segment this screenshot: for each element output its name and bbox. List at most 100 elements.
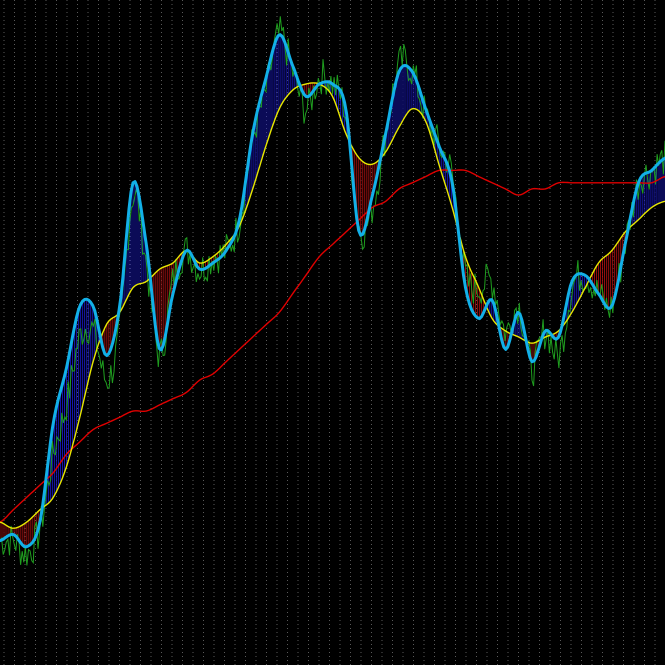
slow-point — [185, 392, 187, 394]
fast-point — [571, 281, 573, 283]
price-point — [451, 176, 453, 178]
price-point — [491, 281, 493, 283]
fast-point — [119, 305, 121, 307]
price-point — [305, 108, 307, 110]
slow-point — [279, 312, 281, 314]
medium-point — [13, 528, 15, 530]
price-point — [146, 262, 148, 264]
price-point — [318, 77, 320, 79]
slow-point — [651, 182, 653, 184]
slow-point — [505, 188, 507, 190]
price-point — [13, 540, 15, 542]
series-lines — [0, 16, 665, 566]
medium-point — [292, 89, 294, 91]
medium-point — [66, 466, 68, 468]
medium-point — [505, 330, 507, 332]
slow-point — [438, 170, 440, 172]
fast-point — [172, 293, 174, 295]
fast-point — [425, 108, 427, 110]
slow-point — [225, 361, 227, 363]
slow-point — [598, 182, 600, 184]
slow-point — [318, 256, 320, 258]
slow-point — [292, 293, 294, 295]
price-point — [358, 225, 360, 227]
slow-point — [252, 336, 254, 338]
price-point — [398, 65, 400, 67]
slow-point — [52, 472, 54, 474]
medium-point — [225, 244, 227, 246]
fast-point — [159, 349, 161, 351]
fast-point — [412, 71, 414, 73]
medium-point — [545, 336, 547, 338]
price-point — [265, 89, 267, 91]
fast-point — [478, 318, 480, 320]
medium-point — [624, 231, 626, 233]
fast-point — [199, 268, 201, 270]
slow-point — [26, 497, 28, 499]
slow-point — [451, 170, 453, 172]
fast-point — [146, 244, 148, 246]
fast-point — [132, 182, 134, 184]
slow-point — [119, 416, 121, 418]
medium-point — [265, 145, 267, 147]
fast-point — [292, 65, 294, 67]
medium-point — [531, 342, 533, 344]
medium-point — [598, 262, 600, 264]
medium-point — [478, 287, 480, 289]
medium-point — [318, 83, 320, 85]
price-point — [518, 305, 520, 307]
slow-line — [0, 169, 665, 523]
fast-line — [0, 33, 665, 549]
fast-point — [225, 250, 227, 252]
medium-point — [385, 151, 387, 153]
medium-point — [491, 318, 493, 320]
medium-point — [26, 521, 28, 523]
slow-point — [465, 170, 467, 172]
medium-point — [558, 330, 560, 332]
slow-point — [159, 404, 161, 406]
slow-point — [385, 201, 387, 203]
fast-point — [385, 133, 387, 135]
fast-point — [558, 336, 560, 338]
medium-point — [39, 509, 41, 511]
fast-point — [212, 262, 214, 264]
fast-point — [651, 170, 653, 172]
fast-point — [79, 305, 81, 307]
medium-point — [52, 497, 54, 499]
price-point — [292, 71, 294, 73]
slow-point — [358, 219, 360, 221]
slow-point — [491, 182, 493, 184]
fast-point — [451, 182, 453, 184]
fast-point — [438, 145, 440, 147]
fast-point — [584, 275, 586, 277]
price-point — [79, 336, 81, 338]
slow-point — [172, 398, 174, 400]
medium-point — [372, 164, 374, 166]
price-point — [159, 355, 161, 357]
slow-point — [518, 194, 520, 196]
medium-point — [571, 312, 573, 314]
price-point — [132, 194, 134, 196]
fast-point — [611, 305, 613, 307]
price-point — [119, 330, 121, 332]
slow-point — [611, 182, 613, 184]
slow-point — [372, 207, 374, 209]
fast-point — [26, 546, 28, 548]
price-point — [26, 552, 28, 554]
slow-point — [92, 429, 94, 431]
fast-point — [239, 219, 241, 221]
slow-point — [132, 410, 134, 412]
slow-point — [545, 188, 547, 190]
fast-point — [358, 231, 360, 233]
price-point — [172, 281, 174, 283]
medium-point — [305, 83, 307, 85]
price-point — [531, 367, 533, 369]
medium-point — [358, 157, 360, 159]
slow-point — [199, 379, 201, 381]
medium-point — [651, 207, 653, 209]
medium-point — [279, 108, 281, 110]
medium-point — [252, 188, 254, 190]
fast-point — [398, 71, 400, 73]
medium-point — [106, 324, 108, 326]
medium-point — [132, 287, 134, 289]
